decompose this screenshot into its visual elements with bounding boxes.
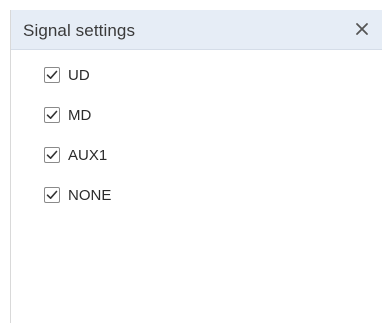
checkbox-md[interactable] (44, 107, 60, 123)
option-label: UD (68, 66, 90, 84)
checkbox-aux1[interactable] (44, 147, 60, 163)
option-md[interactable]: MD (44, 104, 111, 126)
panel-header: Signal settings (11, 10, 382, 50)
close-icon[interactable] (352, 18, 372, 40)
option-label: NONE (68, 186, 112, 204)
option-aux1[interactable]: AUX1 (44, 144, 111, 166)
checkbox-none[interactable] (44, 187, 60, 203)
checkmark-icon (46, 70, 58, 79)
option-ud[interactable]: UD (44, 64, 111, 86)
option-label: MD (68, 106, 92, 124)
signal-settings-panel: Signal settings UD MD AUX1 NONE (10, 10, 382, 323)
checkmark-icon (46, 190, 58, 199)
signal-options-list: UD MD AUX1 NONE (44, 64, 111, 224)
option-label: AUX1 (68, 146, 108, 164)
checkbox-ud[interactable] (44, 67, 60, 83)
checkmark-icon (46, 110, 58, 119)
checkmark-icon (46, 150, 58, 159)
panel-title: Signal settings (23, 21, 136, 40)
option-none[interactable]: NONE (44, 184, 111, 206)
